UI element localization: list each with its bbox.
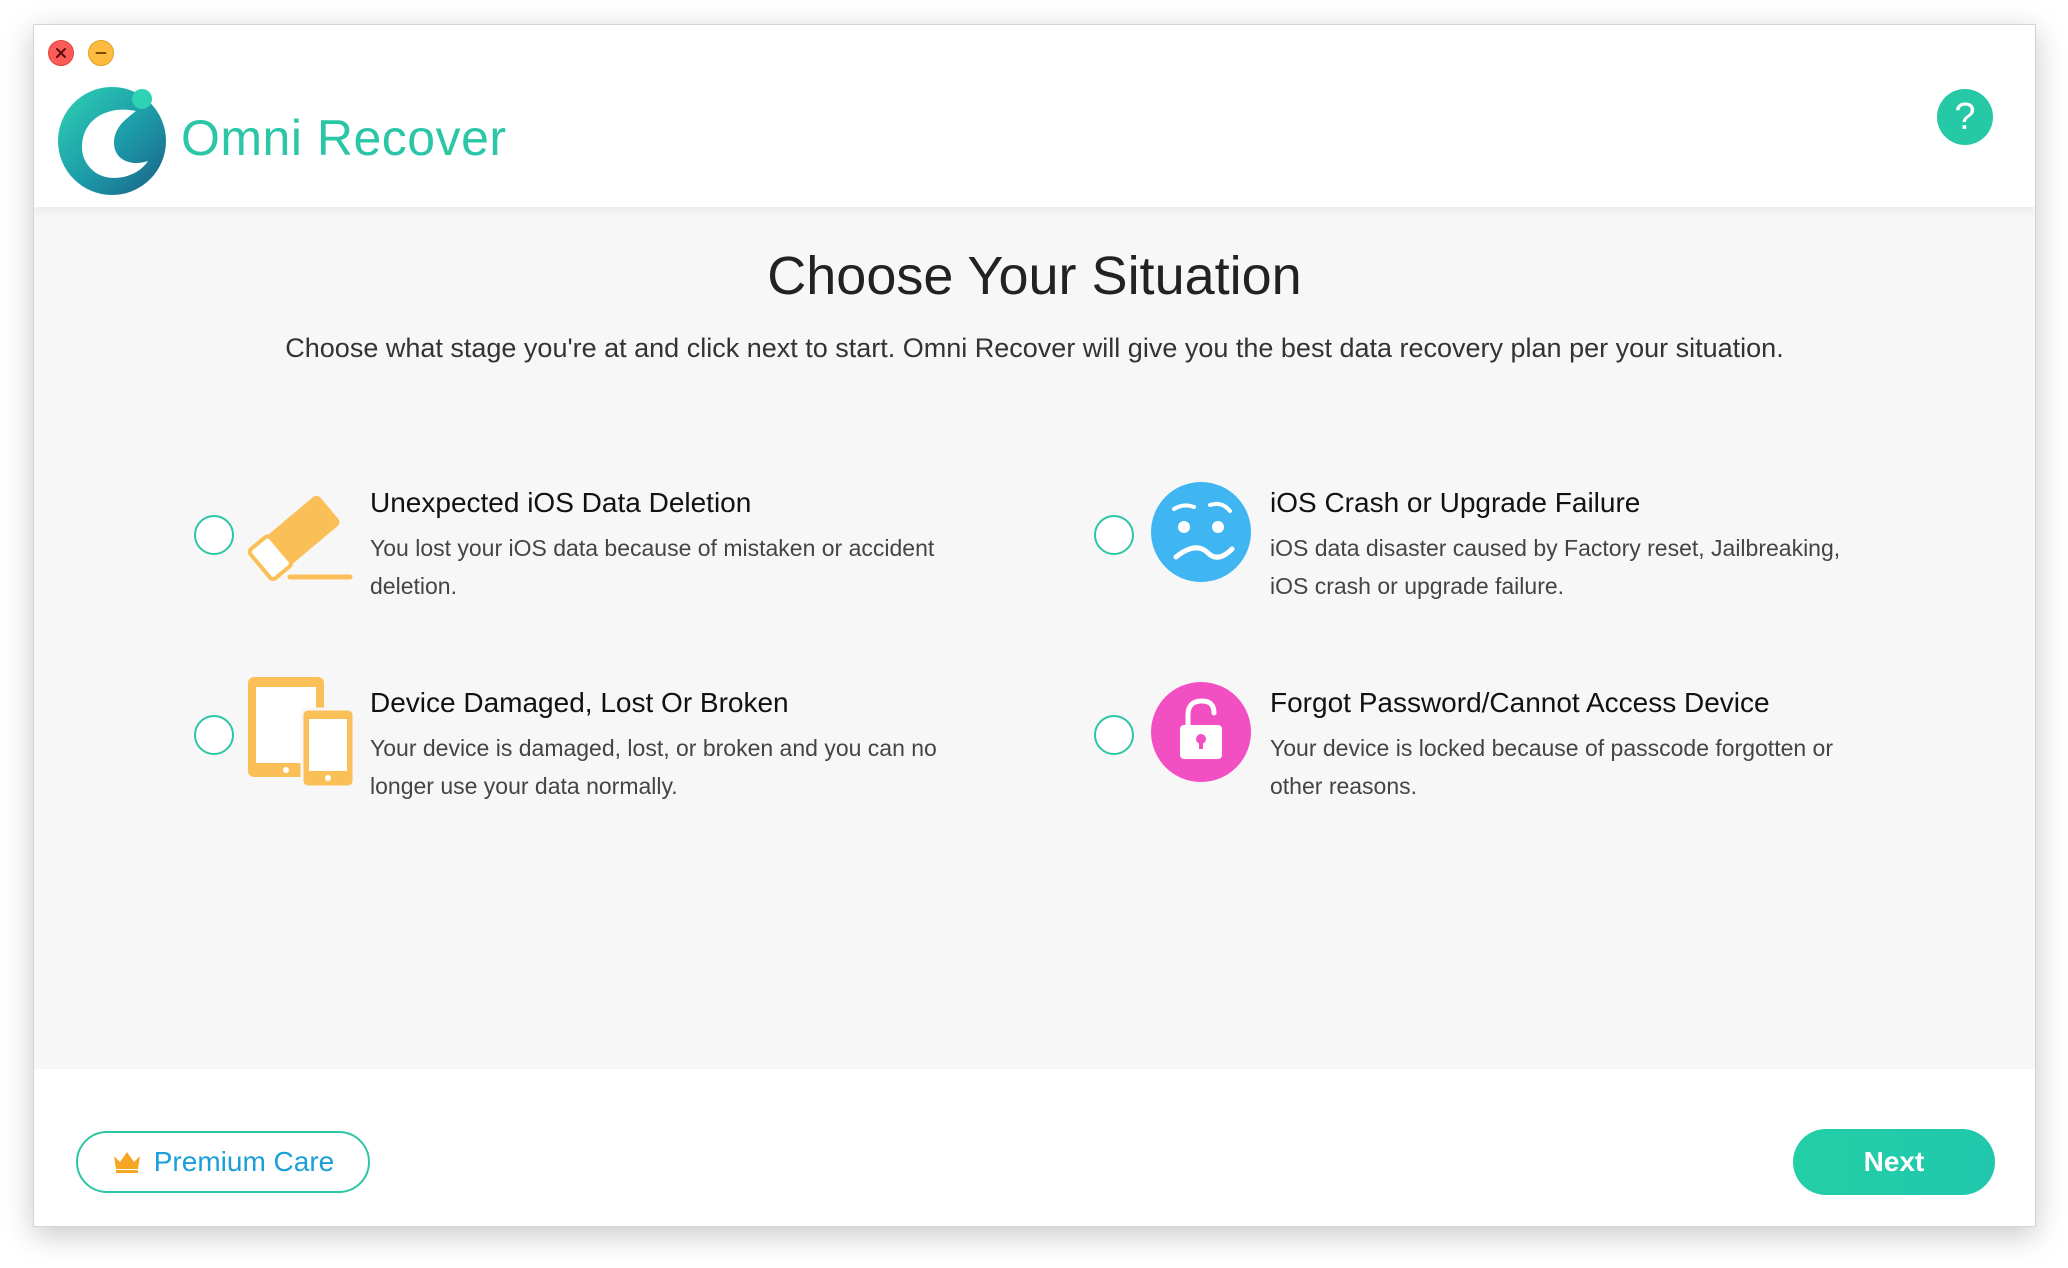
option-device-damaged[interactable]: Device Damaged, Lost Or Broken Your devi… (194, 677, 954, 807)
eraser-icon (247, 495, 353, 581)
option-title: Forgot Password/Cannot Access Device (1270, 687, 1770, 718)
option-title: Unexpected iOS Data Deletion (370, 487, 752, 518)
next-button[interactable]: Next (1793, 1129, 1995, 1195)
radio-ios-crash[interactable] (1094, 515, 1134, 555)
footer: Premium Care Next (34, 1069, 2035, 1226)
option-forgot-password[interactable]: Forgot Password/Cannot Access Device You… (1094, 677, 1854, 807)
option-data-deletion[interactable]: Unexpected iOS Data Deletion You lost yo… (194, 477, 954, 607)
main-panel: Choose Your Situation Choose what stage … (34, 207, 2035, 1069)
minimize-button[interactable] (88, 40, 114, 66)
option-title: Device Damaged, Lost Or Broken (370, 687, 789, 718)
page-subtitle: Choose what stage you're at and click ne… (285, 333, 1784, 363)
premium-care-label: Premium Care (153, 1146, 335, 1177)
help-label: ? (1954, 95, 1976, 138)
option-title: iOS Crash or Upgrade Failure (1270, 487, 1641, 518)
header: Omni Recover ? (34, 25, 2035, 207)
radio-data-deletion[interactable] (194, 515, 234, 555)
window-controls (48, 40, 114, 66)
option-ios-crash[interactable]: iOS Crash or Upgrade Failure iOS data di… (1094, 477, 1854, 607)
option-description: You lost your iOS data because of mistak… (370, 535, 935, 599)
help-button[interactable]: ? (1937, 89, 1993, 145)
app-window: Omni Recover ? Choose Your Situation Cho… (33, 24, 2036, 1227)
devices-icon (248, 677, 356, 787)
radio-device-damaged[interactable] (194, 715, 234, 755)
radio-forgot-password[interactable] (1094, 715, 1134, 755)
page-title: Choose Your Situation (767, 246, 1302, 306)
option-description: Your device is locked because of passcod… (1270, 735, 1834, 799)
close-button[interactable] (48, 40, 74, 66)
app-title: Omni Recover (181, 110, 507, 166)
next-label: Next (1863, 1146, 1925, 1177)
minimize-icon (95, 52, 107, 54)
option-description: Your device is damaged, lost, or broken … (370, 735, 937, 799)
omni-recover-logo-icon (58, 87, 166, 195)
premium-care-button[interactable]: Premium Care (76, 1131, 370, 1193)
confused-face-icon (1151, 482, 1251, 582)
crown-icon (113, 1152, 140, 1173)
option-description: iOS data disaster caused by Factory rese… (1270, 535, 1841, 599)
close-icon (56, 48, 66, 58)
unlock-icon (1151, 682, 1251, 782)
